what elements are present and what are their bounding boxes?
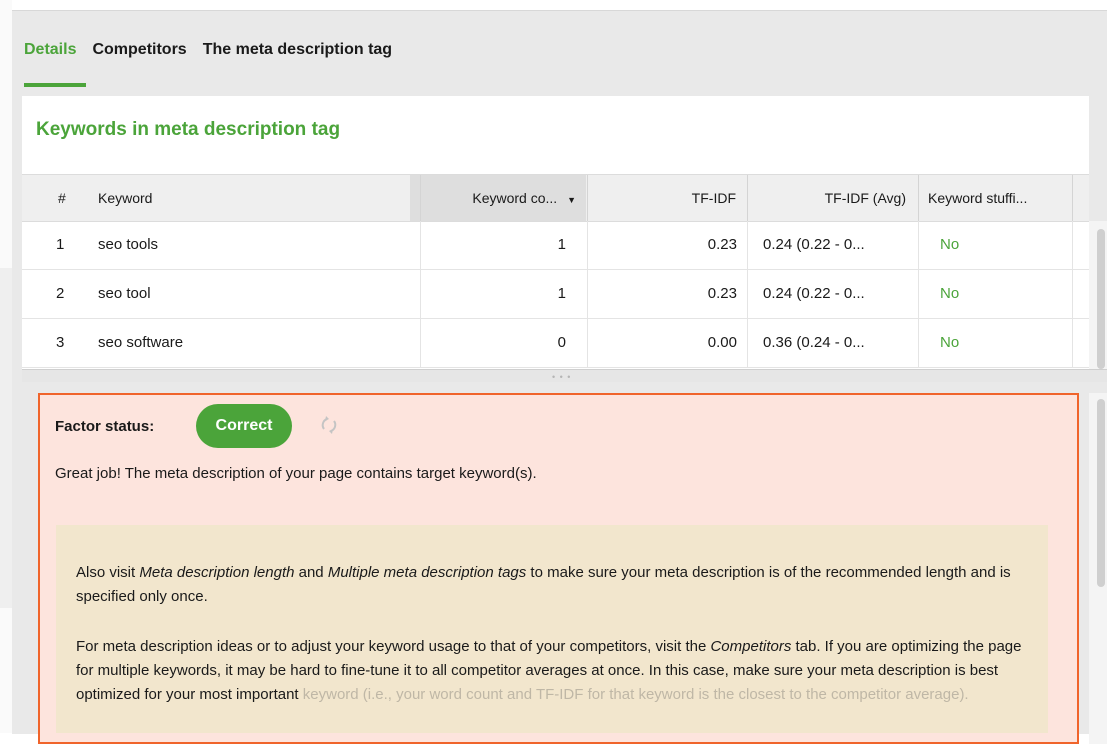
col-header-tfidf-avg[interactable]: TF-IDF (Avg): [746, 175, 906, 221]
note-paragraph-2: For meta description ideas or to adjust …: [76, 638, 1022, 703]
keyword-stuffing-cell: No: [940, 236, 960, 253]
col-header-keyword-count[interactable]: Keyword co... ▼: [410, 175, 586, 221]
tfidf-cell: 0.00: [707, 334, 737, 351]
tfidf-avg-cell: 0.24 (0.22 - 0...: [763, 236, 865, 253]
status-badge: Correct: [196, 404, 292, 448]
tfidf-cell: 0.23: [707, 236, 737, 253]
tab-meta-description-tag[interactable]: The meta description tag: [203, 41, 392, 61]
details-scrollbar-thumb[interactable]: [1097, 399, 1105, 587]
tfidf-cell: 0.23: [707, 285, 737, 302]
keyword-stuffing-cell: No: [940, 285, 960, 302]
faded-continuation-text: keyword (i.e., your word count and TF-ID…: [302, 686, 969, 703]
keyword-stuffing-cell: No: [940, 334, 960, 351]
keyword-count-cell: 1: [557, 236, 566, 253]
table-header: # Keyword Keyword co... ▼ TF-IDF TF-IDF …: [22, 174, 1089, 222]
keyword-cell: seo tool: [98, 285, 151, 302]
table-row[interactable]: 3 seo software 0 0.00 0.36 (0.24 - 0... …: [22, 319, 1089, 368]
active-tab-indicator: [24, 83, 86, 87]
row-number: 3: [56, 334, 65, 351]
tab-competitors[interactable]: Competitors: [92, 41, 186, 61]
col-header-number[interactable]: #: [58, 175, 66, 221]
tab-details[interactable]: Details: [24, 41, 76, 61]
keyword-cell: seo tools: [98, 236, 159, 253]
tab-bar: Details Competitors The meta description…: [24, 41, 392, 61]
sort-desc-icon: ▼: [567, 195, 576, 205]
keyword-cell: seo software: [98, 334, 184, 351]
link-competitors[interactable]: Competitors: [710, 638, 791, 655]
table-row[interactable]: 1 seo tools 1 0.23 0.24 (0.22 - 0... No: [22, 221, 1089, 270]
table-row[interactable]: 2 seo tool 1 0.23 0.24 (0.22 - 0... No: [22, 270, 1089, 319]
refresh-icon[interactable]: [318, 414, 340, 436]
recommendation-note: Also visit Meta description length and M…: [56, 525, 1048, 733]
section-title: Keywords in meta description tag: [36, 119, 341, 140]
col-header-keyword[interactable]: Keyword: [98, 175, 152, 221]
factor-status-label: Factor status:: [55, 418, 155, 435]
link-multiple-meta-description-tags[interactable]: Multiple meta description tags: [328, 564, 526, 581]
table-scrollbar-thumb[interactable]: [1097, 229, 1105, 369]
drag-dots-icon: • • •: [552, 372, 572, 382]
col-header-tfidf[interactable]: TF-IDF: [586, 175, 736, 221]
note-paragraph-1: Also visit Meta description length and M…: [76, 564, 1011, 605]
row-number: 2: [56, 285, 65, 302]
link-meta-description-length[interactable]: Meta description length: [139, 564, 294, 581]
col-header-keyword-stuffing[interactable]: Keyword stuffi...: [928, 175, 1027, 221]
tfidf-avg-cell: 0.36 (0.24 - 0...: [763, 334, 865, 351]
tfidf-avg-cell: 0.24 (0.22 - 0...: [763, 285, 865, 302]
keyword-table-body: 1 seo tools 1 0.23 0.24 (0.22 - 0... No …: [22, 221, 1089, 368]
keyword-count-cell: 1: [557, 285, 566, 302]
row-number: 1: [56, 236, 65, 253]
status-message: Great job! The meta description of your …: [55, 465, 537, 482]
keyword-count-cell: 0: [557, 334, 566, 351]
left-edge: [0, 0, 12, 733]
